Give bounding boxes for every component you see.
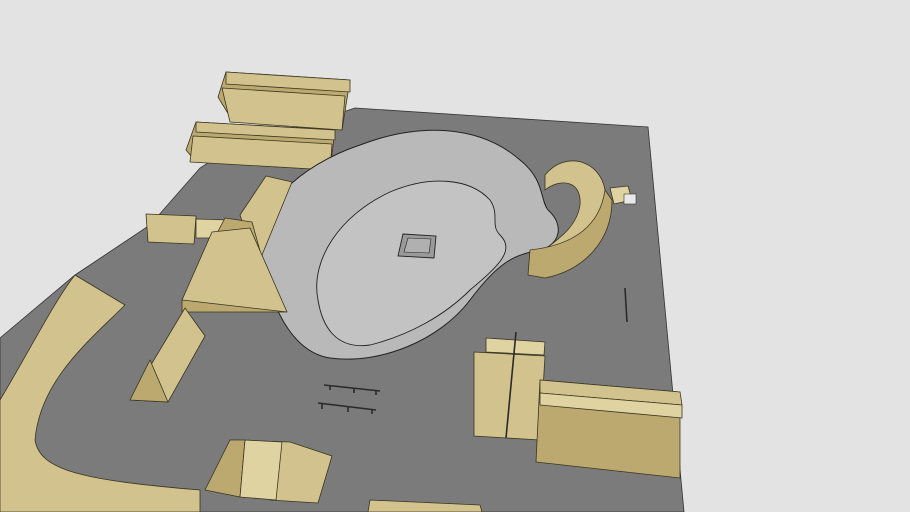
skatepark-3d-viewport[interactable] <box>0 0 910 512</box>
back-quarter-pipes <box>185 71 351 171</box>
skatepark-model <box>0 71 685 512</box>
